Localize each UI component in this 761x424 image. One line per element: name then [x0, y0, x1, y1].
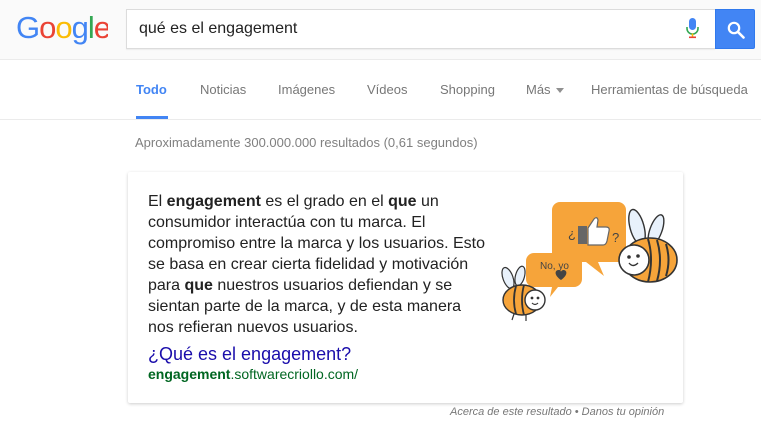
result-url: engagement.softwarecriollo.com/ [148, 366, 358, 382]
result-title-link[interactable]: ¿Qué es el engagement? [148, 344, 351, 365]
snippet-text: El engagement es el grado en el que un c… [148, 191, 488, 338]
result-url-highlight: engagement [148, 366, 231, 382]
featured-snippet-card: El engagement es el grado en el que un c… [128, 172, 683, 403]
big-bee [618, 208, 678, 283]
snippet-highlight: engagement [166, 193, 261, 210]
about-result-link[interactable]: Acerca de este resultado [450, 406, 572, 418]
svg-text:Google: Google [16, 12, 108, 45]
footer-separator: • [571, 406, 582, 418]
snippet-footer: Acerca de este resultado • Danos tu opin… [450, 406, 664, 418]
tab-shopping[interactable]: Shopping [440, 82, 495, 97]
tab-todo[interactable]: Todo [136, 82, 167, 97]
bubble-question-close: ? [612, 230, 619, 245]
search-tabs: Todo Noticias Imágenes Vídeos Shopping M… [0, 60, 761, 120]
tab-mas-label: Más [526, 82, 551, 97]
feedback-link[interactable]: Danos tu opinión [582, 406, 665, 418]
search-icon [727, 21, 745, 39]
chevron-down-icon [555, 88, 564, 94]
snippet-text-part: es el grado en el [260, 193, 389, 210]
tab-videos[interactable]: Vídeos [367, 82, 407, 97]
snippet-highlight: que [388, 193, 417, 210]
tab-mas[interactable]: Más [526, 82, 564, 97]
header: Google [0, 0, 761, 60]
bees-illustration: ¿ ? No, yo [501, 202, 678, 321]
search-tools-button[interactable]: Herramientas de búsqueda [591, 82, 748, 97]
active-tab-indicator [136, 116, 168, 119]
search-input[interactable] [139, 10, 679, 48]
snippet-text-part: El [148, 193, 167, 210]
bubble-question-open: ¿ [568, 226, 576, 241]
bubble-small-text: No, yo [540, 261, 569, 272]
tab-noticias[interactable]: Noticias [200, 82, 246, 97]
search-box [126, 9, 715, 49]
google-logo[interactable]: Google [16, 12, 108, 46]
search-button[interactable] [715, 9, 755, 49]
microphone-icon[interactable] [685, 18, 701, 40]
result-stats: Aproximadamente 300.000.000 resultados (… [135, 135, 478, 150]
snippet-highlight: que [184, 277, 213, 294]
tab-imagenes[interactable]: Imágenes [278, 82, 335, 97]
result-url-rest: .softwarecriollo.com/ [230, 366, 359, 382]
